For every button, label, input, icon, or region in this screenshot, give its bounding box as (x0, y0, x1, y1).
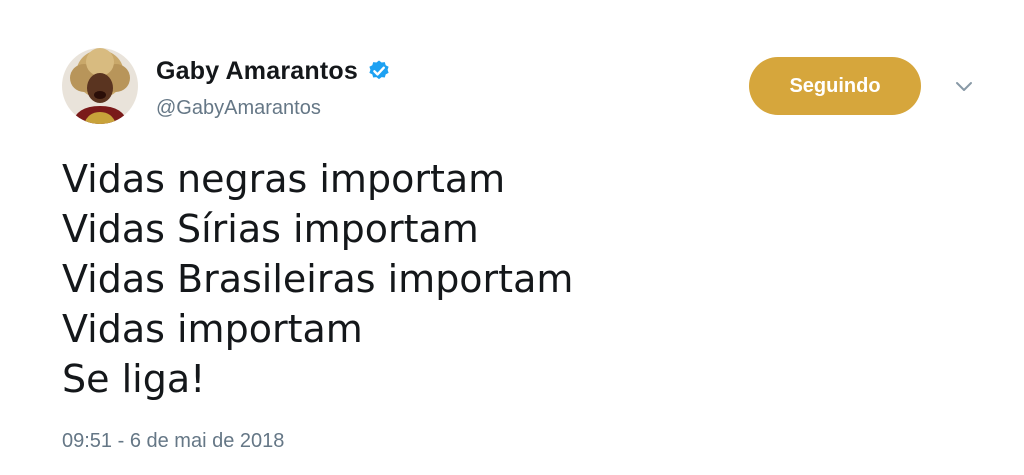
tweet-line: Se liga! (62, 357, 206, 401)
author-block: Gaby Amarantos @GabyAmarantos (156, 56, 391, 120)
verified-badge-icon (367, 59, 391, 83)
tweet-line: Vidas importam (62, 307, 363, 351)
tweet-text: Vidas negras importam Vidas Sírias impor… (62, 154, 573, 404)
tweet-line: Vidas Sírias importam (62, 207, 479, 251)
chevron-down-icon[interactable] (952, 78, 976, 96)
avatar-image (62, 48, 138, 124)
following-button[interactable]: Seguindo (749, 57, 921, 115)
tweet-timestamp[interactable]: 09:51 - 6 de mai de 2018 (62, 430, 284, 453)
avatar[interactable] (62, 48, 138, 124)
display-name[interactable]: Gaby Amarantos (156, 57, 358, 86)
display-name-row: Gaby Amarantos (156, 56, 391, 86)
user-handle[interactable]: @GabyAmarantos (156, 97, 391, 120)
tweet-line: Vidas negras importam (62, 157, 506, 201)
tweet-card: Gaby Amarantos @GabyAmarantos Seguindo V… (0, 0, 1024, 475)
tweet-line: Vidas Brasileiras importam (62, 257, 574, 301)
